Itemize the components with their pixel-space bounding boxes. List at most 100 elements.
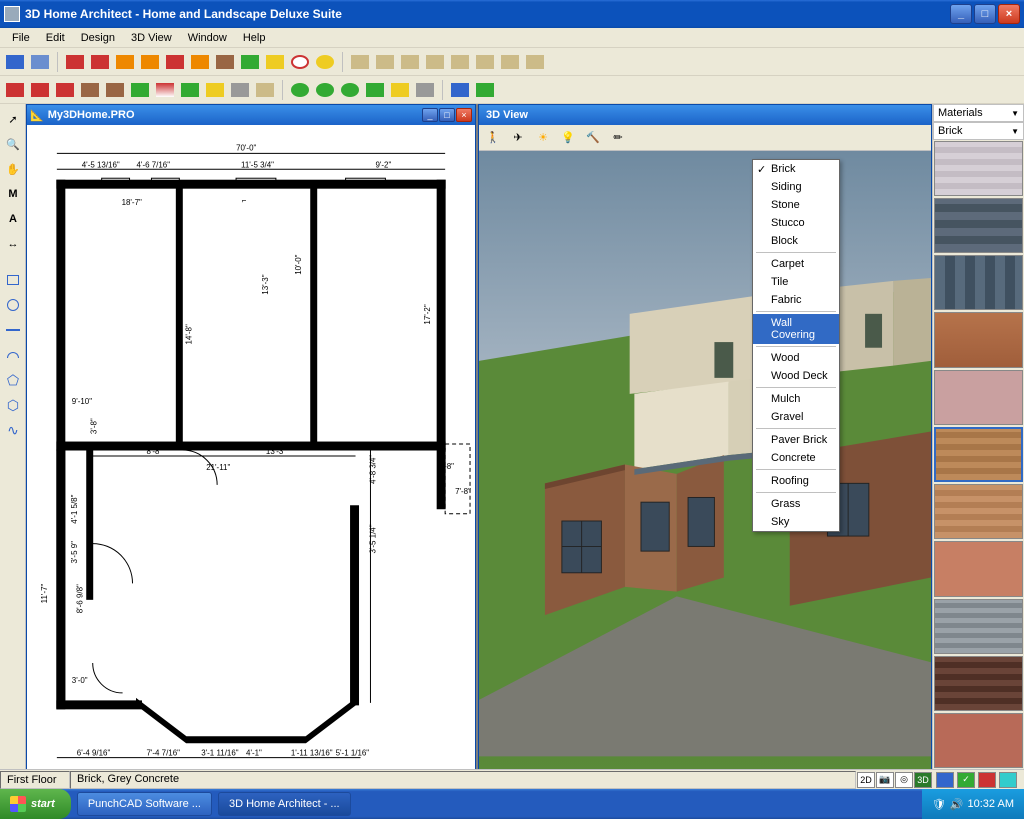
tool-tree2-icon[interactable]: [314, 79, 336, 101]
tray-icon-2[interactable]: 🔊: [950, 798, 964, 811]
tool-grass-icon[interactable]: [179, 79, 201, 101]
material-option-stone[interactable]: Stone: [753, 196, 839, 214]
tool-vehicle-icon[interactable]: [29, 79, 51, 101]
tool-roof7-icon[interactable]: [499, 51, 521, 73]
tool-roof4-icon[interactable]: [424, 51, 446, 73]
taskbar-item-punchcad[interactable]: PunchCAD Software ...: [77, 792, 212, 816]
material-option-concrete[interactable]: Concrete: [753, 449, 839, 467]
3d-hammer-icon[interactable]: 🔨: [582, 127, 604, 149]
tool-text-icon[interactable]: A: [2, 208, 24, 230]
tool-fence-icon[interactable]: [104, 79, 126, 101]
3d-walk-icon[interactable]: 🚶: [482, 127, 504, 149]
material-option-fabric[interactable]: Fabric: [753, 291, 839, 309]
floorplan-min-button[interactable]: _: [422, 108, 438, 122]
tool-tree1-icon[interactable]: [289, 79, 311, 101]
status-target-button[interactable]: ◎: [895, 772, 913, 788]
material-option-gravel[interactable]: Gravel: [753, 408, 839, 426]
tool-roof8-icon[interactable]: [524, 51, 546, 73]
material-option-siding[interactable]: Siding: [753, 178, 839, 196]
swatch-brick-orange[interactable]: [934, 312, 1023, 367]
material-option-wood[interactable]: Wood: [753, 349, 839, 367]
shape-poly-icon[interactable]: ⬠: [2, 369, 24, 391]
swatch-brick-brown[interactable]: [934, 484, 1023, 539]
3dview-canvas[interactable]: [479, 151, 931, 769]
floorplan-canvas[interactable]: 70'-0" 4'-5 13/16" 4'-6 7/16" 11'-5 3/4"…: [27, 125, 475, 769]
tool-roof1-icon[interactable]: [349, 51, 371, 73]
tool-lamp-icon[interactable]: [264, 51, 286, 73]
tool-truck-icon[interactable]: [54, 79, 76, 101]
floorplan-max-button[interactable]: □: [439, 108, 455, 122]
material-option-wood-deck[interactable]: Wood Deck: [753, 367, 839, 385]
swatch-brick-blue[interactable]: [934, 198, 1023, 253]
status-pal-blue[interactable]: [936, 772, 954, 788]
materials-header[interactable]: Materials ▼: [933, 104, 1024, 122]
material-option-wall-covering[interactable]: Wall Covering: [753, 314, 839, 344]
swatch-brick-terracotta[interactable]: [934, 541, 1023, 596]
material-option-block[interactable]: Block: [753, 232, 839, 250]
tool-nosmoking-icon[interactable]: [289, 51, 311, 73]
floorplan-close-button[interactable]: ×: [456, 108, 472, 122]
tool-mower-icon[interactable]: [389, 79, 411, 101]
tool-grid2-icon[interactable]: [29, 51, 51, 73]
menu-file[interactable]: File: [4, 30, 38, 46]
material-option-brick[interactable]: Brick: [753, 160, 839, 178]
tool-roof6-icon[interactable]: [474, 51, 496, 73]
maximize-button[interactable]: □: [974, 4, 996, 24]
tool-bridge-icon[interactable]: [79, 79, 101, 101]
tool-measure-icon[interactable]: M: [2, 183, 24, 205]
floorplan-titlebar[interactable]: 📐 My3DHome.PRO _ □ ×: [27, 105, 475, 125]
material-option-sky[interactable]: Sky: [753, 513, 839, 531]
swatch-brick-slate[interactable]: [934, 255, 1023, 310]
swatch-brick-tan-selected[interactable]: [934, 427, 1023, 482]
swatch-brick-white[interactable]: [934, 141, 1023, 196]
system-tray[interactable]: 🛡 🔊 10:32 AM: [922, 789, 1024, 819]
tool-furniture-red2-icon[interactable]: [89, 51, 111, 73]
material-option-carpet[interactable]: Carpet: [753, 255, 839, 273]
swatch-brick-red[interactable]: [934, 713, 1023, 768]
tool-pan-icon[interactable]: ✋: [2, 158, 24, 180]
menu-3dview[interactable]: 3D View: [123, 30, 180, 46]
material-option-tile[interactable]: Tile: [753, 273, 839, 291]
tool-table-icon[interactable]: [214, 51, 236, 73]
tool-zoom-icon[interactable]: 🔍: [2, 133, 24, 155]
tool-dimension-icon[interactable]: ↔: [2, 233, 24, 255]
status-pal-check[interactable]: ✓: [957, 772, 975, 788]
status-pal-cyan[interactable]: [999, 772, 1017, 788]
tool-car-icon[interactable]: [4, 79, 26, 101]
start-button[interactable]: start: [0, 789, 71, 819]
tool-rocks-icon[interactable]: [229, 79, 251, 101]
shape-circle-icon[interactable]: [2, 294, 24, 316]
swatch-brick-dark[interactable]: [934, 656, 1023, 711]
tool-pointer-icon[interactable]: ➚: [2, 108, 24, 130]
status-3d-button[interactable]: 3D: [914, 772, 932, 788]
material-option-paver-brick[interactable]: Paver Brick: [753, 431, 839, 449]
3d-light-icon[interactable]: 💡: [557, 127, 579, 149]
minimize-button[interactable]: _: [950, 4, 972, 24]
3dview-titlebar[interactable]: 3D View: [479, 105, 931, 125]
tool-water-icon[interactable]: [449, 79, 471, 101]
tool-bulb-icon[interactable]: [314, 51, 336, 73]
tray-icon-1[interactable]: 🛡: [932, 798, 946, 811]
tool-roof2-icon[interactable]: [374, 51, 396, 73]
material-option-grass[interactable]: Grass: [753, 495, 839, 513]
shape-arc-icon[interactable]: [2, 344, 24, 366]
status-floor[interactable]: First Floor: [0, 771, 70, 789]
menu-design[interactable]: Design: [73, 30, 123, 46]
tool-bench-icon[interactable]: [139, 51, 161, 73]
shape-line-icon[interactable]: [2, 319, 24, 341]
menu-edit[interactable]: Edit: [38, 30, 73, 46]
status-2d-button[interactable]: 2D: [857, 772, 875, 788]
status-pal-red[interactable]: [978, 772, 996, 788]
swatch-brick-pink[interactable]: [934, 370, 1023, 425]
3d-sun-icon[interactable]: ☀: [532, 127, 554, 149]
shape-rect-icon[interactable]: [2, 269, 24, 291]
shape-curve-icon[interactable]: ∿: [2, 419, 24, 441]
tool-roof5-icon[interactable]: [449, 51, 471, 73]
swatch-brick-grey[interactable]: [934, 599, 1023, 654]
tool-fence2-icon[interactable]: [254, 79, 276, 101]
close-button[interactable]: ×: [998, 4, 1020, 24]
3d-tool-icon[interactable]: ✏: [607, 127, 629, 149]
tool-tree3-icon[interactable]: [339, 79, 361, 101]
tool-slide-icon[interactable]: [204, 79, 226, 101]
3d-fly-icon[interactable]: ✈: [507, 127, 529, 149]
